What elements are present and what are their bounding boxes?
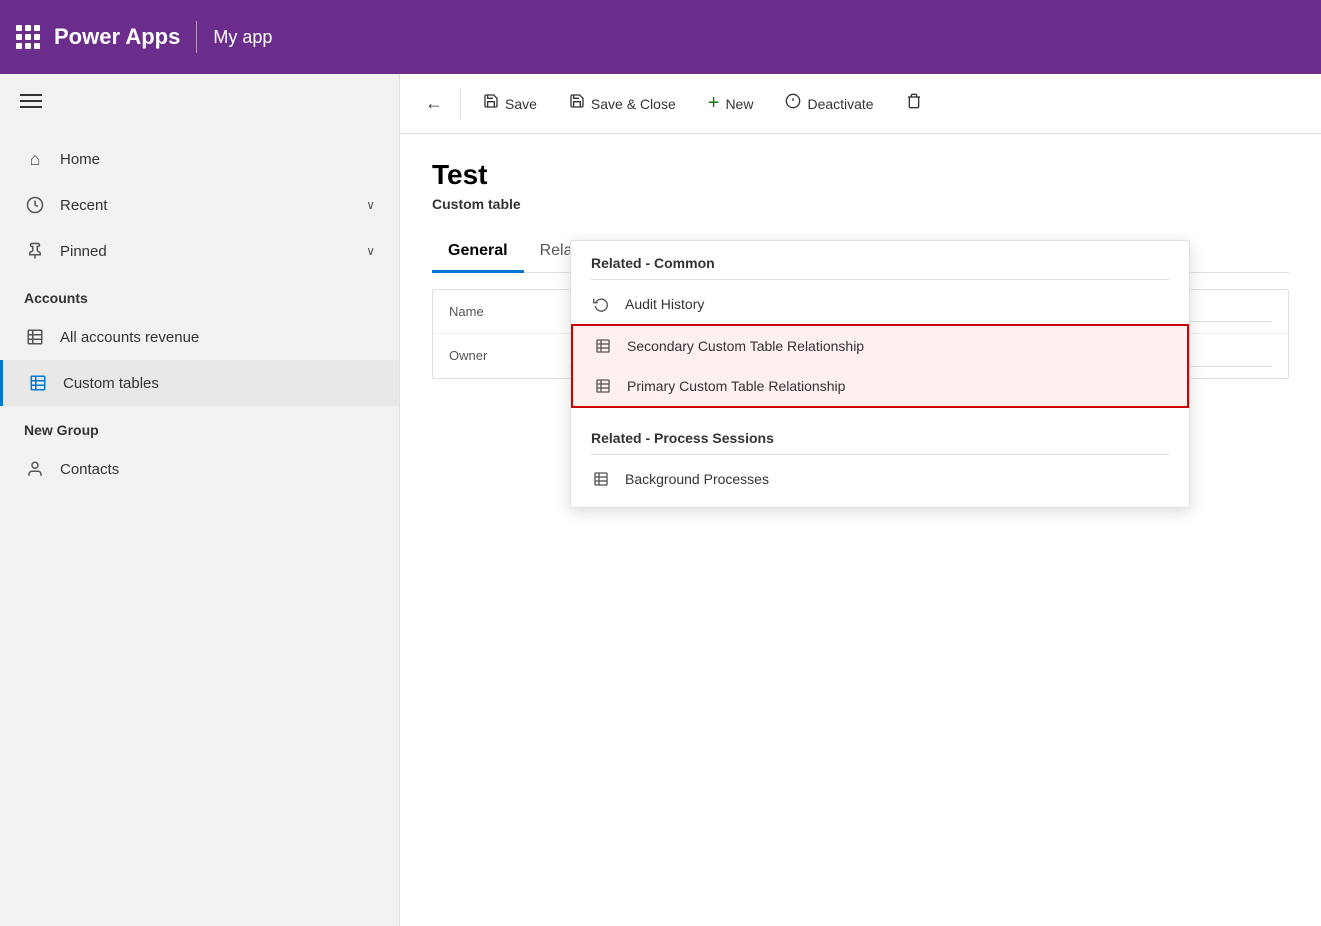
process-icon — [591, 469, 611, 489]
sidebar-item-label: All accounts revenue — [60, 329, 375, 346]
back-button[interactable]: ← — [416, 86, 452, 122]
sidebar-item-all-accounts-revenue[interactable]: All accounts revenue — [0, 314, 399, 360]
sidebar-item-label: Recent — [60, 197, 366, 214]
save-label: Save — [505, 96, 537, 112]
sidebar-item-label: Custom tables — [63, 375, 375, 392]
highlighted-items-box: Secondary Custom Table Relationship Prim… — [571, 324, 1189, 408]
sidebar-item-recent[interactable]: Recent ∨ — [0, 182, 399, 228]
table-icon — [593, 336, 613, 356]
dropdown-bottom-spacer — [571, 499, 1189, 507]
dropdown-item-label: Audit History — [625, 296, 704, 312]
form-label-owner: Owner — [449, 348, 569, 363]
dropdown-item-audit-history[interactable]: Audit History — [571, 284, 1189, 324]
chevron-down-icon: ∨ — [366, 244, 375, 258]
dropdown-section-header-common: Related - Common — [571, 241, 1189, 279]
deactivate-button[interactable]: Deactivate — [771, 85, 887, 122]
tab-general[interactable]: General — [432, 232, 524, 273]
related-dropdown: Related - Common Audit History — [570, 240, 1190, 508]
app-name: My app — [213, 27, 272, 48]
table-icon — [593, 376, 613, 396]
back-icon: ← — [425, 93, 443, 114]
hamburger-menu[interactable] — [0, 74, 399, 128]
brand-name: Power Apps — [54, 24, 180, 50]
home-icon: ⌂ — [24, 148, 46, 170]
dropdown-item-label: Background Processes — [625, 471, 769, 487]
save-close-button[interactable]: Save & Close — [555, 85, 690, 122]
dropdown-item-primary-custom-table[interactable]: Primary Custom Table Relationship — [573, 366, 1187, 406]
deactivate-icon — [785, 93, 801, 114]
dropdown-item-label: Primary Custom Table Relationship — [627, 378, 845, 394]
new-label: New — [725, 96, 753, 112]
dropdown-section-header-process: Related - Process Sessions — [571, 416, 1189, 454]
sidebar-item-pinned[interactable]: Pinned ∨ — [0, 228, 399, 274]
new-icon: + — [708, 92, 720, 115]
save-icon — [483, 93, 499, 114]
delete-icon — [906, 93, 922, 114]
sidebar-item-label: Pinned — [60, 243, 366, 260]
dropdown-spacer — [571, 408, 1189, 416]
form-label-name: Name — [449, 304, 569, 319]
accounts-icon — [24, 326, 46, 348]
contacts-icon — [24, 458, 46, 480]
sidebar-item-label: Home — [60, 151, 375, 168]
record-subtitle: Custom table — [432, 196, 1289, 212]
sidebar: ⌂ Home Recent ∨ Pinned ∨ Accounts — [0, 74, 400, 926]
dropdown-divider-1 — [591, 279, 1169, 280]
header-divider — [196, 21, 197, 53]
sidebar-item-home[interactable]: ⌂ Home — [0, 136, 399, 182]
delete-button[interactable] — [892, 85, 936, 122]
dropdown-divider-2 — [591, 454, 1169, 455]
sidebar-nav: ⌂ Home Recent ∨ Pinned ∨ Accounts — [0, 128, 399, 500]
top-header: Power Apps My app — [0, 0, 1321, 74]
record-area: Test Custom table General Related Name O… — [400, 134, 1321, 926]
sidebar-item-custom-tables[interactable]: Custom tables — [0, 360, 399, 406]
main-layout: ⌂ Home Recent ∨ Pinned ∨ Accounts — [0, 74, 1321, 926]
save-close-label: Save & Close — [591, 96, 676, 112]
sidebar-item-contacts[interactable]: Contacts — [0, 446, 399, 492]
toolbar-divider — [460, 88, 461, 120]
save-button[interactable]: Save — [469, 85, 551, 122]
section-header-accounts: Accounts — [0, 274, 399, 314]
apps-icon — [16, 25, 40, 49]
custom-tables-icon — [27, 372, 49, 394]
clock-icon — [24, 194, 46, 216]
pin-icon — [24, 240, 46, 262]
section-header-new-group: New Group — [0, 406, 399, 446]
dropdown-item-background-processes[interactable]: Background Processes — [571, 459, 1189, 499]
dropdown-item-secondary-custom-table[interactable]: Secondary Custom Table Relationship — [573, 326, 1187, 366]
new-button[interactable]: + New — [694, 84, 768, 123]
record-title: Test — [432, 158, 1289, 192]
save-close-icon — [569, 93, 585, 114]
history-icon — [591, 294, 611, 314]
chevron-down-icon: ∨ — [366, 198, 375, 212]
sidebar-item-label: Contacts — [60, 461, 375, 478]
content-area: ← Save Save & Close + New — [400, 74, 1321, 926]
deactivate-label: Deactivate — [807, 96, 873, 112]
dropdown-item-label: Secondary Custom Table Relationship — [627, 338, 864, 354]
toolbar: ← Save Save & Close + New — [400, 74, 1321, 134]
